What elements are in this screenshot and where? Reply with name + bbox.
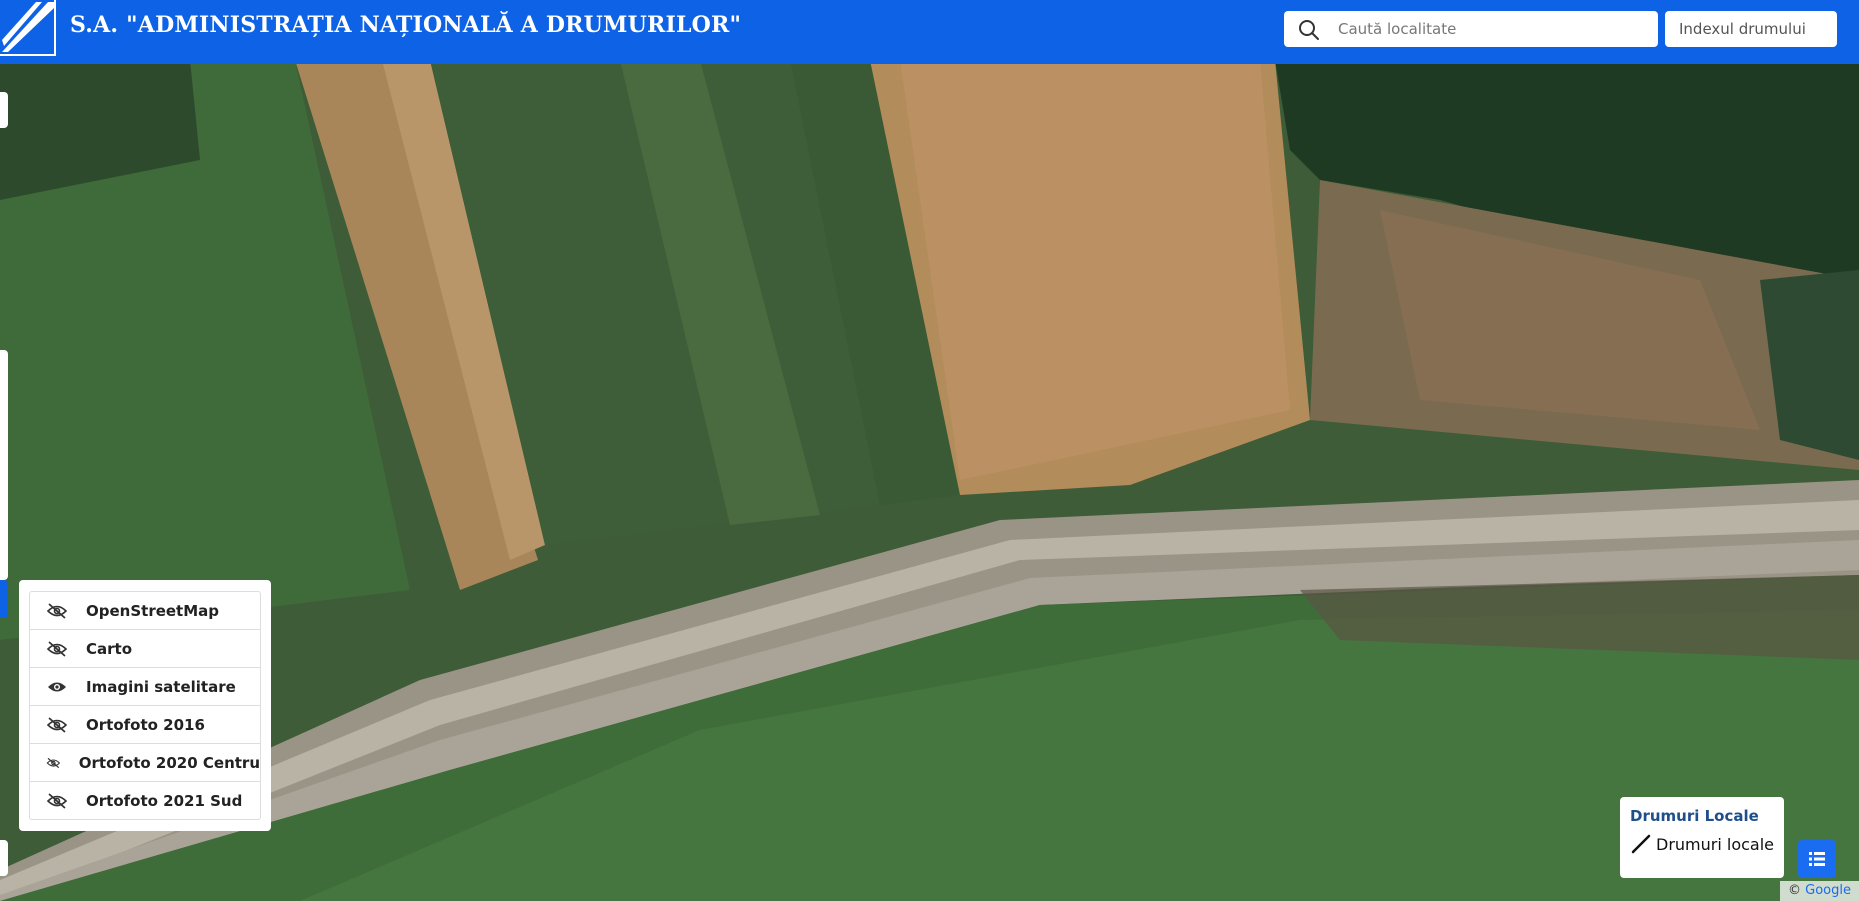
side-panel-tab[interactable] xyxy=(0,350,8,580)
layer-label: Ortofoto 2020 Centru xyxy=(78,753,260,772)
eye-slash-icon xyxy=(46,792,68,809)
eye-slash-icon xyxy=(46,640,68,657)
attribution-link[interactable]: Google xyxy=(1805,883,1851,898)
eye-icon xyxy=(48,682,66,691)
map-attribution: © Google xyxy=(1780,881,1859,901)
layer-item-ortofoto-2016[interactable]: Ortofoto 2016 xyxy=(30,706,260,744)
line-symbol-icon xyxy=(1631,834,1651,854)
bottom-control-tab[interactable] xyxy=(0,840,8,876)
layer-item-carto[interactable]: Carto xyxy=(30,630,260,668)
logo[interactable] xyxy=(0,0,56,56)
road-index-button[interactable]: Indexul drumului xyxy=(1665,11,1837,47)
layer-item-ortofoto-2021-sud[interactable]: Ortofoto 2021 Sud xyxy=(30,782,260,819)
search-input[interactable] xyxy=(1338,11,1638,47)
layer-label: OpenStreetMap xyxy=(86,601,220,620)
layer-list: OpenStreetMap Carto Imagini satelitare O… xyxy=(29,591,261,820)
eye-slash-icon xyxy=(46,602,68,619)
eye-slash-icon xyxy=(46,757,61,768)
page-title: S.A. "ADMINISTRAȚIA NAȚIONALĂ A DRUMURIL… xyxy=(70,12,742,38)
legend-title: Drumuri Locale xyxy=(1630,807,1759,825)
layer-label: Carto xyxy=(86,639,133,658)
search-icon xyxy=(1299,20,1319,40)
road-logo-icon xyxy=(2,2,54,52)
layer-item-imagini-satelitare[interactable]: Imagini satelitare xyxy=(30,668,260,706)
copyright-symbol: © xyxy=(1788,883,1802,898)
satellite-imagery xyxy=(0,0,1859,901)
layer-label: Ortofoto 2021 Sud xyxy=(86,791,243,810)
layers-panel: OpenStreetMap Carto Imagini satelitare O… xyxy=(19,580,271,831)
layer-item-openstreetmap[interactable]: OpenStreetMap xyxy=(30,592,260,630)
layers-toggle-tab[interactable] xyxy=(0,580,8,618)
legend-item: Drumuri locale xyxy=(1630,833,1774,855)
list-icon xyxy=(1809,852,1825,866)
zoom-control-tab[interactable] xyxy=(0,92,8,128)
layer-label: Ortofoto 2016 xyxy=(86,715,205,734)
legend-item-label: Drumuri locale xyxy=(1656,834,1774,854)
layer-label: Imagini satelitare xyxy=(86,677,236,696)
eye-slash-icon xyxy=(46,716,68,733)
map-canvas[interactable] xyxy=(0,0,1859,901)
layer-item-ortofoto-2020-centru[interactable]: Ortofoto 2020 Centru xyxy=(30,744,260,782)
legend-toggle-button[interactable] xyxy=(1798,840,1836,878)
search-box xyxy=(1284,11,1658,47)
top-header: S.A. "ADMINISTRAȚIA NAȚIONALĂ A DRUMURIL… xyxy=(0,0,1859,64)
map-legend: Drumuri Locale Drumuri locale xyxy=(1620,797,1784,878)
